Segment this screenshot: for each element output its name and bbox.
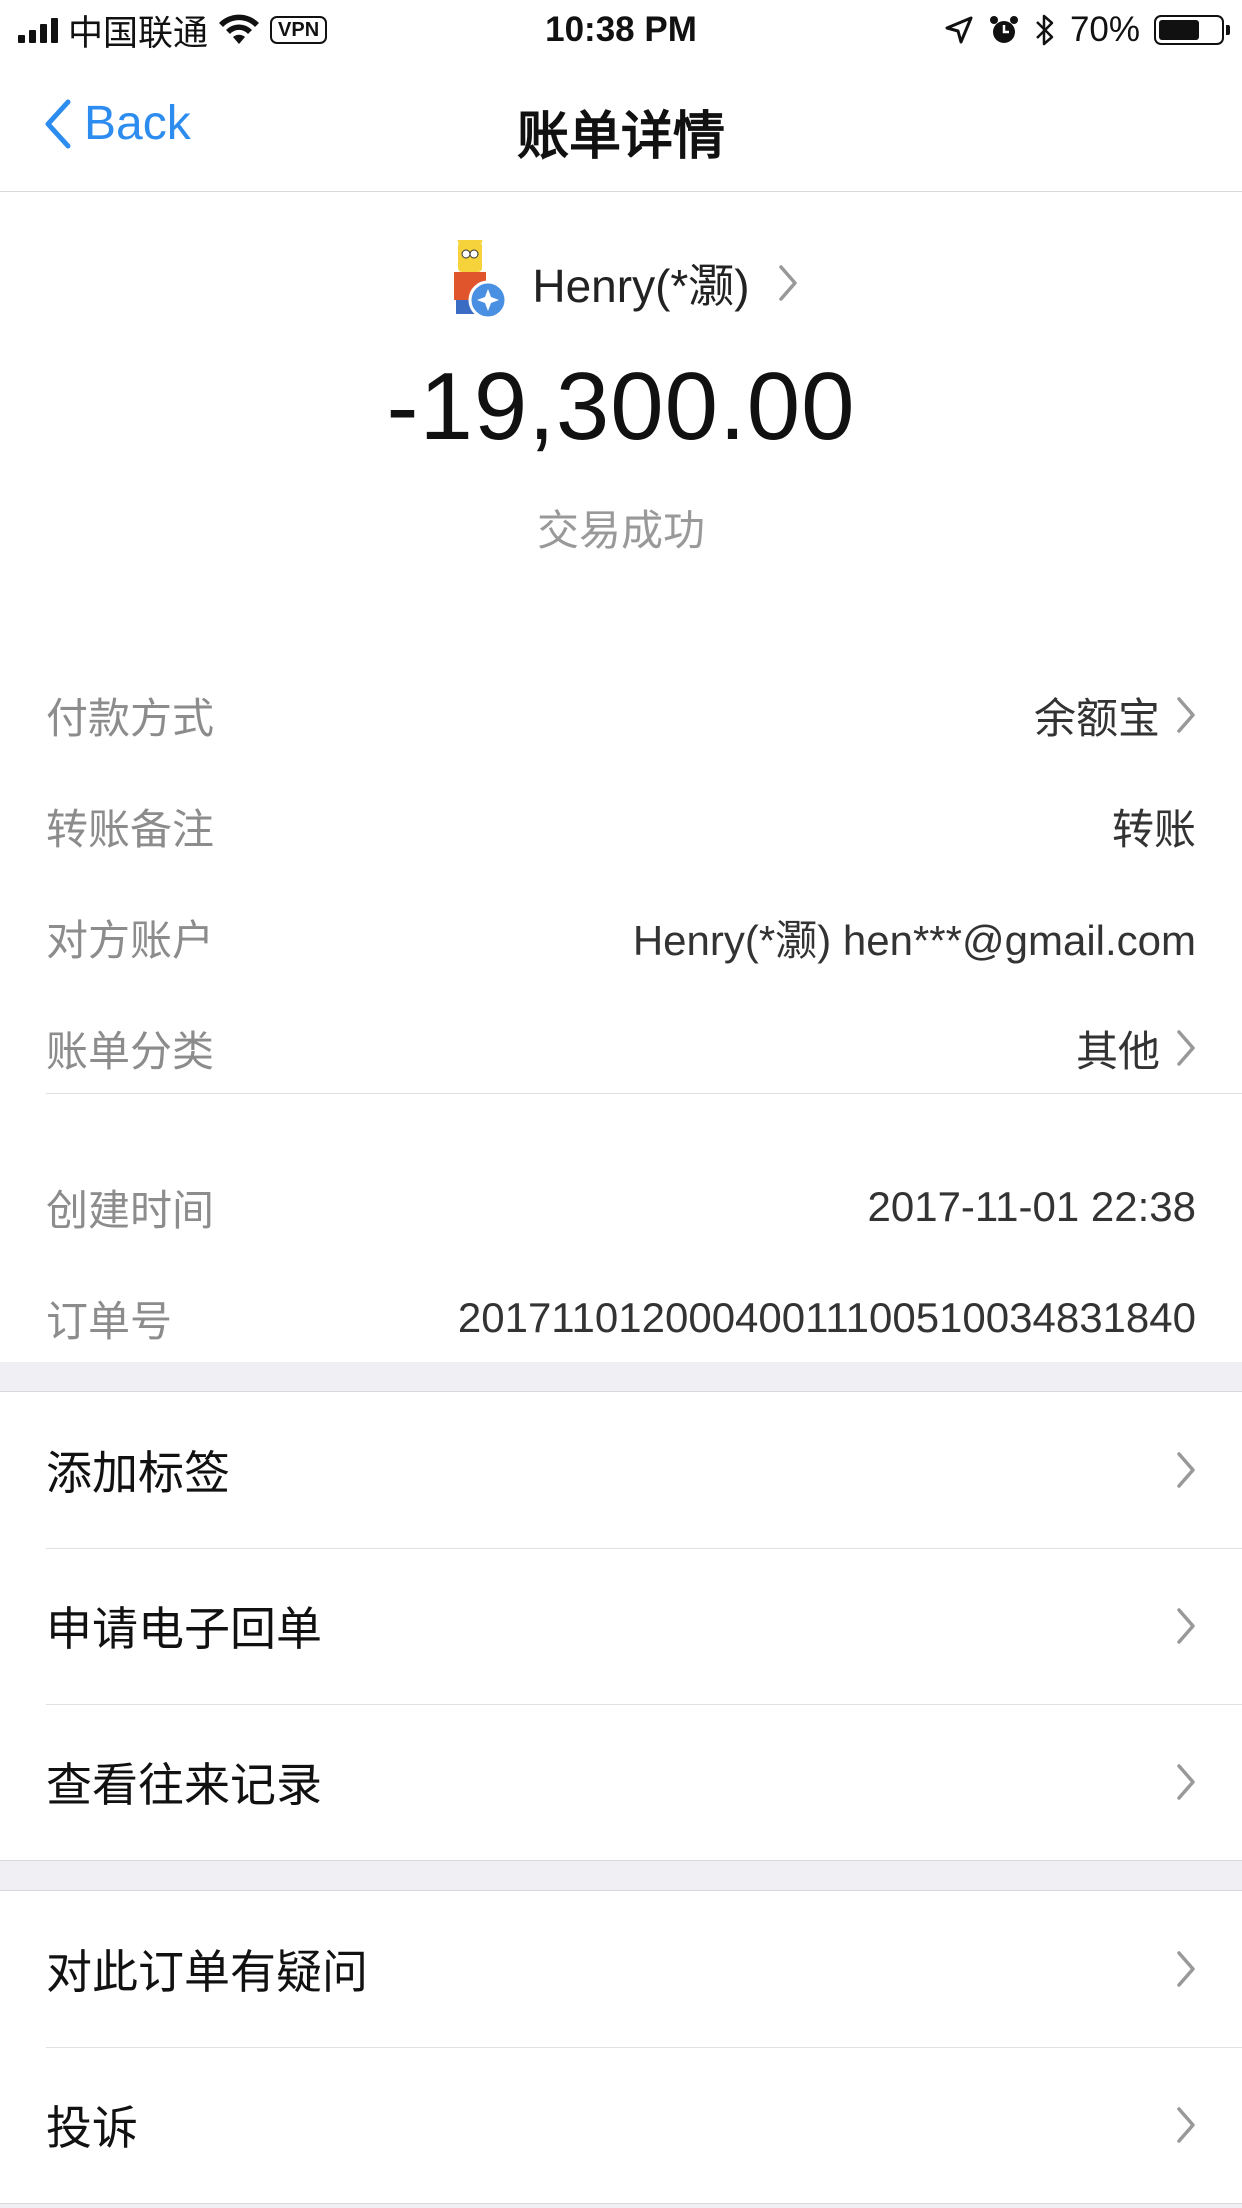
payment-method-row[interactable]: 付款方式 余额宝 [46, 680, 1196, 750]
status-bar-right: 70% [944, 8, 1230, 52]
actions-group-2: 对此订单有疑问 投诉 [0, 1890, 1242, 2204]
order-number-row: 订单号 20171101200040011100510034831840 [46, 1283, 1196, 1353]
payment-method-label: 付款方式 [46, 694, 215, 742]
chevron-right-icon [1177, 1608, 1195, 1644]
transaction-status: 交易成功 [536, 507, 705, 554]
avatar [444, 238, 510, 326]
counterparty-account-row: 对方账户 Henry(*灏) hen***@gmail.com [46, 902, 1196, 972]
section-divider [46, 1093, 1242, 1094]
request-receipt-label: 申请电子回单 [46, 1603, 322, 1655]
complaint-label: 投诉 [46, 2102, 138, 2154]
bill-category-row[interactable]: 账单分类 其他 [46, 1013, 1196, 1083]
location-icon [945, 16, 973, 44]
view-history-label: 查看往来记录 [46, 1759, 322, 1811]
chevron-right-icon [1177, 1764, 1195, 1800]
transfer-note-label: 转账备注 [46, 805, 215, 853]
order-question-item[interactable]: 对此订单有疑问 [0, 1891, 1242, 2047]
navigation-bar: Back 账单详情 [0, 60, 1242, 192]
page-title: 账单详情 [516, 108, 725, 166]
chevron-right-icon [1177, 1951, 1195, 1987]
chevron-right-icon [1177, 697, 1195, 733]
battery-percent: 70% [1069, 10, 1140, 49]
bill-summary-card: Henry(*灏) -19,300.00 交易成功 付款方式 余额宝 转账备注 … [0, 192, 1242, 1362]
actions-group-1: 添加标签 申请电子回单 查看往来记录 [0, 1391, 1242, 1861]
battery-level [1159, 20, 1200, 40]
add-tag-item[interactable]: 添加标签 [0, 1392, 1242, 1548]
payment-method-value: 余额宝 [1033, 694, 1160, 742]
order-number-label: 订单号 [46, 1297, 173, 1345]
bill-category-label: 账单分类 [46, 1027, 215, 1075]
payee-name: Henry(*灏) [532, 260, 750, 312]
order-question-label: 对此订单有疑问 [46, 1946, 368, 1998]
counterparty-account-label: 对方账户 [46, 916, 215, 964]
bluetooth-icon [1036, 14, 1054, 46]
payee-link[interactable]: Henry(*灏) [0, 238, 1242, 326]
order-number-value: 20171101200040011100510034831840 [457, 1294, 1196, 1341]
request-receipt-item[interactable]: 申请电子回单 [0, 1548, 1242, 1704]
bill-category-value: 其他 [1075, 1027, 1160, 1075]
status-bar: 中国联通 VPN 10:38 PM 70% [0, 0, 1242, 60]
complaint-item[interactable]: 投诉 [0, 2047, 1242, 2203]
alarm-icon [989, 16, 1018, 43]
transaction-amount: -19,300.00 [386, 353, 856, 460]
view-history-item[interactable]: 查看往来记录 [0, 1704, 1242, 1860]
chevron-right-icon [1177, 1030, 1195, 1066]
chevron-right-icon [778, 265, 797, 301]
chevron-right-icon [1177, 1452, 1195, 1488]
counterparty-account-value: Henry(*灏) hen***@gmail.com [632, 916, 1196, 964]
add-tag-label: 添加标签 [46, 1447, 230, 1499]
created-time-label: 创建时间 [46, 1186, 215, 1234]
created-time-row: 创建时间 2017-11-01 22:38 [46, 1172, 1196, 1242]
transfer-note-value: 转账 [1111, 805, 1196, 853]
created-time-value: 2017-11-01 22:38 [867, 1183, 1197, 1230]
chevron-right-icon [1177, 2107, 1195, 2143]
battery-icon [1154, 15, 1230, 45]
transfer-note-row: 转账备注 转账 [46, 791, 1196, 861]
